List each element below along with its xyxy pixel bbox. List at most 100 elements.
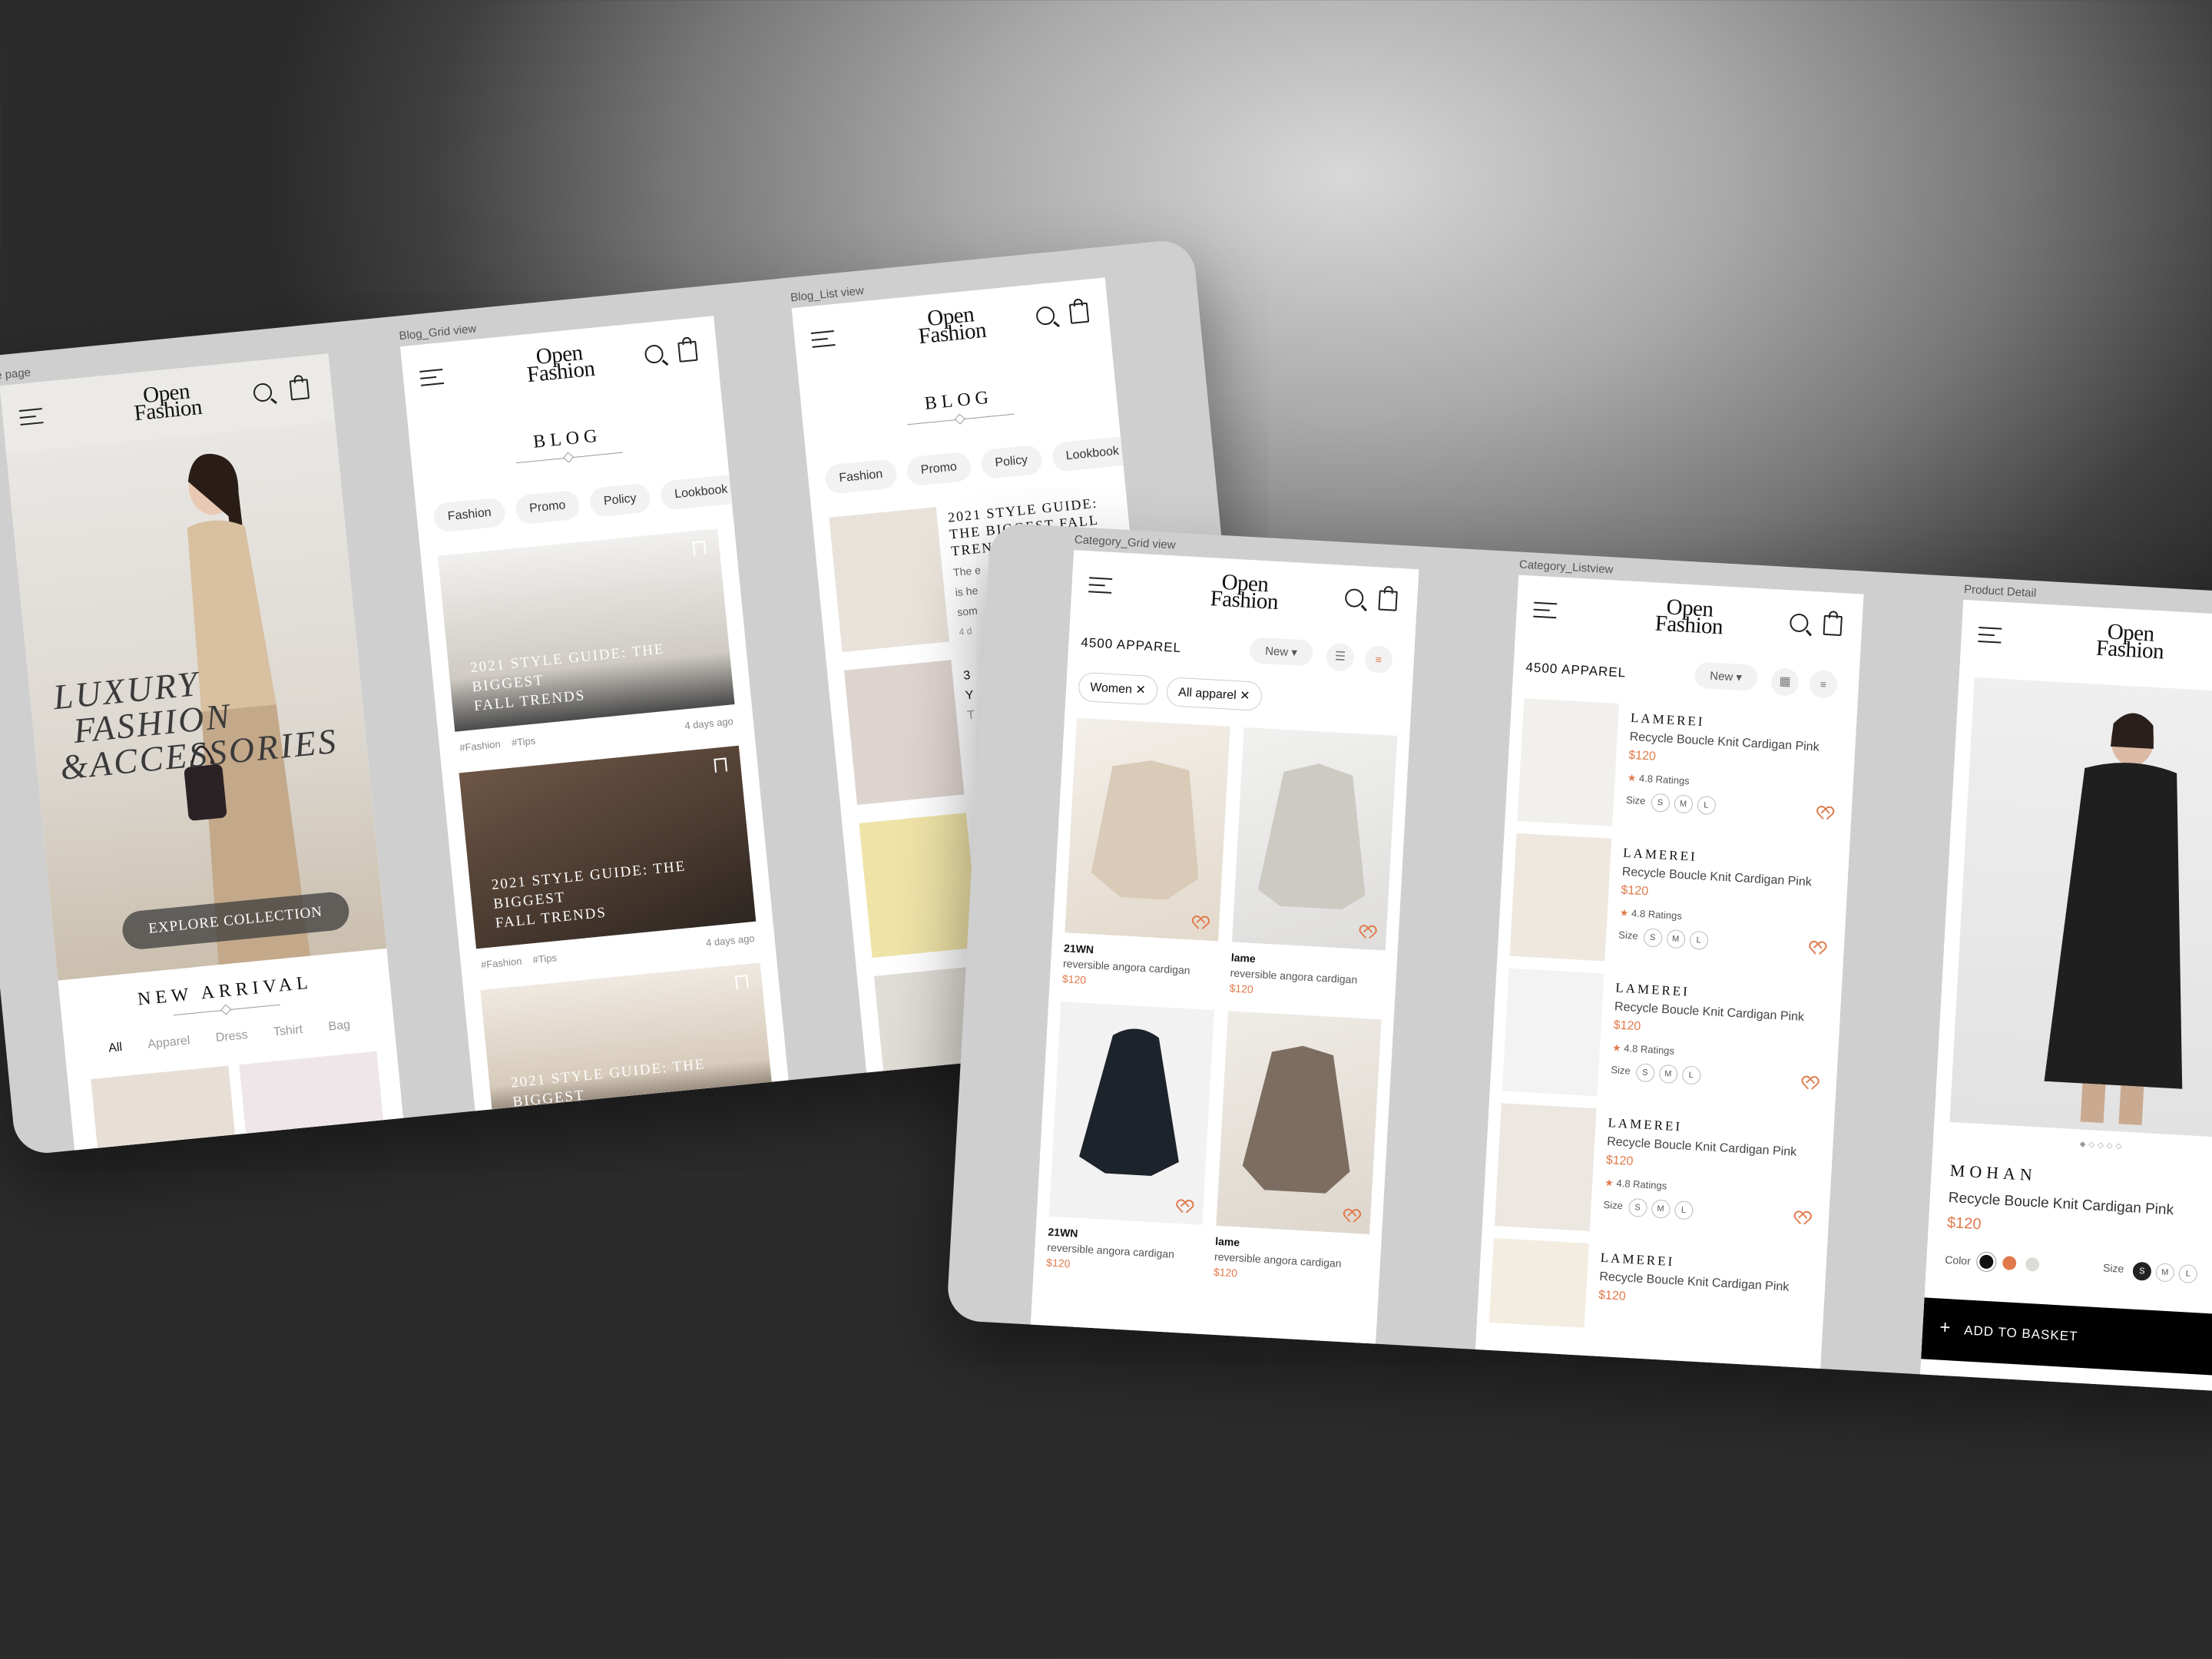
- search-icon[interactable]: [1789, 613, 1809, 633]
- rating: ★ 4.8 Ratings: [1604, 1176, 1667, 1192]
- chip-sale[interactable]: Sa: [1141, 430, 1182, 464]
- blog-post-image[interactable]: 2021 STYLE GUIDE: THE BIGGEST FALL TRENDS: [459, 745, 757, 949]
- blog-list-snippet: The e is he som 4 d: [952, 563, 982, 637]
- size-options: Size SML: [1611, 1061, 1706, 1085]
- bookmark-icon[interactable]: [714, 757, 728, 773]
- heart-icon[interactable]: [1177, 1200, 1190, 1212]
- menu-icon[interactable]: [1978, 627, 2002, 644]
- title-divider: [173, 1004, 280, 1016]
- tab-dress[interactable]: Dress: [215, 1028, 248, 1045]
- filter-chip-all-apparel[interactable]: All apparel ✕: [1166, 677, 1263, 712]
- filter-icon[interactable]: ≡: [1808, 669, 1838, 699]
- product-image[interactable]: [1231, 727, 1398, 951]
- header: Open Fashion: [1515, 575, 1863, 661]
- blog-post-image[interactable]: 2021 STYLE GUIDE: THE BIGGEST FALL TRENDS: [437, 528, 735, 732]
- title-divider: [907, 413, 1015, 426]
- chip-sale[interactable]: Sa: [750, 469, 790, 502]
- menu-icon[interactable]: [1533, 601, 1558, 619]
- header: Open Fashion: [1959, 600, 2212, 686]
- product-thumb[interactable]: [239, 1051, 388, 1157]
- logo[interactable]: Open Fashion: [132, 379, 203, 426]
- bookmark-icon[interactable]: [735, 975, 749, 990]
- category-list-screen: Open Fashion 4500 APPAREL New ▾ ▦ ≡ LAMER…: [1475, 575, 1864, 1376]
- list-item[interactable]: LAMEREI Recycle Boucle Knit Cardigan Pin…: [1488, 1238, 1816, 1348]
- close-icon[interactable]: ✕: [1240, 689, 1250, 703]
- carousel-dots[interactable]: ◆◇◇◇◇: [1933, 1132, 2212, 1160]
- star-icon: ★: [1619, 906, 1629, 919]
- heart-icon[interactable]: [1344, 1210, 1357, 1221]
- search-icon[interactable]: [644, 343, 664, 365]
- add-to-basket-button[interactable]: + ADD TO BASKET ♡: [1921, 1297, 2212, 1378]
- search-icon[interactable]: [252, 382, 273, 403]
- menu-icon[interactable]: [18, 408, 44, 426]
- grid-view-icon[interactable]: ▦: [1770, 667, 1800, 697]
- product-info: lame reversible angora cardigan $120: [1229, 951, 1358, 996]
- logo[interactable]: Open Fashion: [916, 302, 987, 349]
- heart-icon[interactable]: [1360, 926, 1373, 938]
- rating: ★ 4.8 Ratings: [1619, 906, 1683, 922]
- bookmark-icon[interactable]: [692, 540, 707, 556]
- blog-list-thumb[interactable]: [859, 813, 979, 959]
- logo[interactable]: Open Fashion: [1210, 570, 1280, 614]
- bag-icon[interactable]: [1823, 614, 1843, 637]
- sort-dropdown[interactable]: New ▾: [1694, 661, 1758, 691]
- tab-bag[interactable]: Bag: [328, 1018, 351, 1035]
- heart-icon[interactable]: [1193, 917, 1206, 929]
- chip-lookbook[interactable]: Lookbook: [1051, 435, 1134, 473]
- filter-chip-women[interactable]: Women ✕: [1078, 671, 1158, 706]
- chip-promo[interactable]: Promo: [514, 489, 581, 525]
- logo[interactable]: Open Fashion: [1654, 594, 1724, 639]
- heart-icon[interactable]: [1810, 942, 1823, 953]
- color-swatch[interactable]: [2002, 1256, 2018, 1271]
- heart-icon[interactable]: [1817, 807, 1830, 819]
- blog-heading: BLOG: [801, 376, 1118, 435]
- list-item[interactable]: LAMEREI Recycle Boucle Knit Cardigan Pin…: [1509, 833, 1839, 986]
- menu-icon[interactable]: [419, 369, 445, 386]
- logo[interactable]: Open Fashion: [525, 340, 596, 387]
- search-icon[interactable]: [1035, 305, 1056, 326]
- product-image[interactable]: [1065, 717, 1230, 942]
- list-item[interactable]: LAMEREI Recycle Boucle Knit Cardigan Pin…: [1516, 698, 1846, 851]
- blog-grid-screen: Open Fashion BLOG Fashion Promo Policy Lookb…: [400, 316, 790, 1127]
- hero-image: LUXURY FASHION &ACCESSORIES EXPLORE COLL…: [6, 421, 387, 981]
- blog-list-thumb[interactable]: [843, 660, 965, 806]
- arrival-tabs: All Apparel Dress Tshirt Bag: [65, 1014, 395, 1060]
- chip-fashion[interactable]: Fashion: [432, 497, 507, 533]
- chip-fashion[interactable]: Fashion: [823, 459, 898, 495]
- tab-tshirt[interactable]: Tshirt: [273, 1023, 303, 1040]
- product-thumb[interactable]: [91, 1065, 240, 1157]
- menu-icon[interactable]: [1088, 577, 1113, 594]
- search-icon[interactable]: [1344, 588, 1364, 608]
- blog-list-thumb[interactable]: [829, 507, 949, 652]
- tab-all[interactable]: All: [108, 1041, 122, 1056]
- product-image[interactable]: [1216, 1011, 1382, 1234]
- sort-dropdown[interactable]: New ▾: [1249, 637, 1313, 667]
- chip-policy[interactable]: Policy: [588, 482, 652, 518]
- product-gallery-image[interactable]: ⤢: [1949, 677, 2212, 1141]
- filter-icon[interactable]: ≡: [1363, 644, 1393, 674]
- close-icon[interactable]: ✕: [1135, 684, 1146, 697]
- blog-post-image[interactable]: 2021 STYLE GUIDE: THE BIGGEST: [480, 962, 774, 1127]
- bag-icon[interactable]: [1378, 590, 1398, 611]
- product-brand: LAMEREI: [1630, 710, 1706, 730]
- color-swatch[interactable]: [2025, 1257, 2041, 1272]
- bag-icon[interactable]: [677, 340, 698, 363]
- logo[interactable]: Open Fashion: [2095, 619, 2165, 664]
- heart-icon[interactable]: [1803, 1077, 1816, 1088]
- coat-illustration: [2044, 713, 2183, 1125]
- list-item[interactable]: LAMEREI Recycle Boucle Knit Cardigan Pin…: [1502, 968, 1831, 1121]
- rating: ★ 4.8 Ratings: [1627, 771, 1690, 787]
- bag-icon[interactable]: [1068, 302, 1090, 324]
- list-item[interactable]: LAMEREI Recycle Boucle Knit Cardigan Pin…: [1494, 1103, 1823, 1256]
- chip-promo[interactable]: Promo: [906, 451, 972, 487]
- chip-policy[interactable]: Policy: [979, 444, 1043, 480]
- list-view-icon[interactable]: ☰: [1325, 642, 1355, 672]
- product-image[interactable]: [1048, 1002, 1214, 1225]
- bag-icon[interactable]: [289, 379, 310, 401]
- chip-lookbook[interactable]: Lookbook: [659, 473, 743, 511]
- menu-icon[interactable]: [810, 330, 836, 348]
- tab-apparel[interactable]: Apparel: [147, 1034, 191, 1051]
- color-swatch[interactable]: [1976, 1251, 1998, 1273]
- product-price: $120: [1628, 748, 1657, 763]
- heart-icon[interactable]: [1795, 1212, 1808, 1224]
